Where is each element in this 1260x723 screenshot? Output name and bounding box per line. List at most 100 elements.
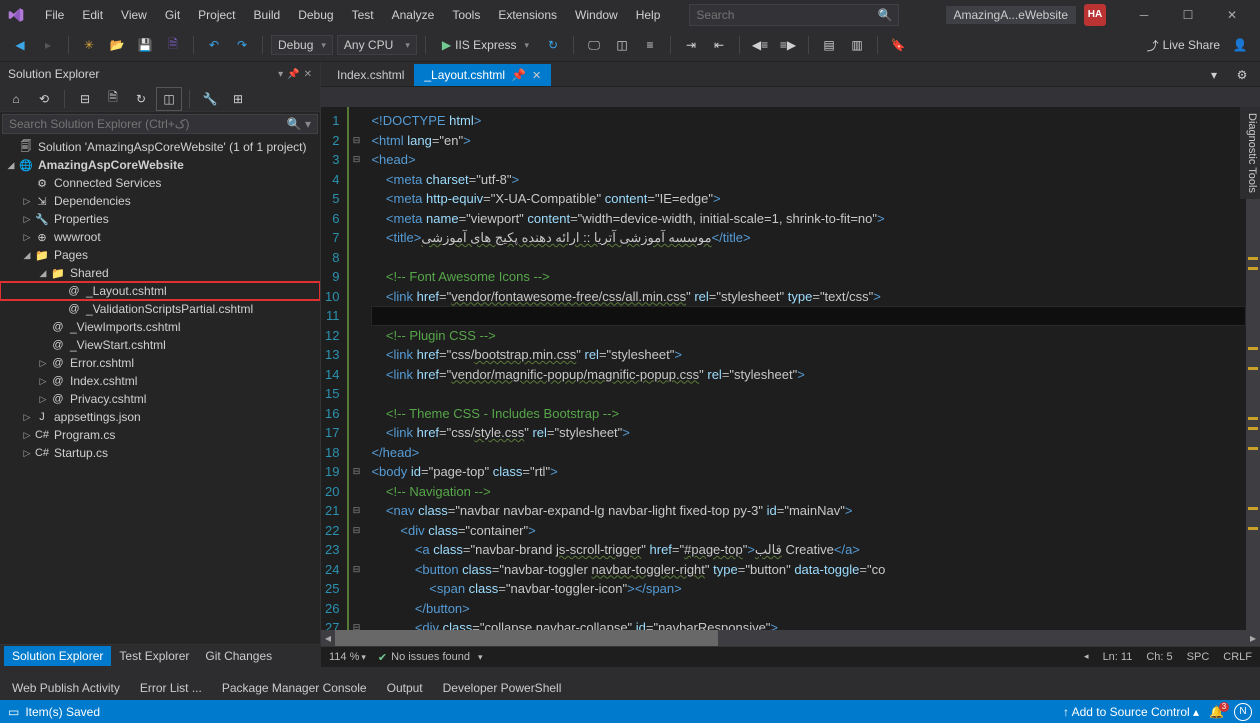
run-button[interactable]: ▶IIS Express▾ <box>434 38 537 52</box>
live-share-button[interactable]: ⤴ Live Share <box>1147 37 1220 54</box>
pin-icon[interactable]: 📌 <box>287 69 299 80</box>
menu-tools[interactable]: Tools <box>443 4 489 26</box>
preview-icon[interactable]: ◫ <box>157 88 181 110</box>
code-line[interactable]: <head> <box>371 150 1246 170</box>
code-content[interactable]: <!DOCTYPE html><html lang="en"><head> <m… <box>363 107 1246 630</box>
bottom-tab[interactable]: Solution Explorer <box>4 646 111 666</box>
sync-icon[interactable]: ⟲ <box>32 88 56 110</box>
code-line[interactable]: <button class="navbar-toggler navbar-tog… <box>371 560 1246 580</box>
menu-view[interactable]: View <box>112 4 156 26</box>
code-line[interactable]: <nav class="navbar navbar-expand-lg navb… <box>371 501 1246 521</box>
menu-project[interactable]: Project <box>189 4 244 26</box>
code-line[interactable]: <meta name="viewport" content="width=dev… <box>371 209 1246 229</box>
menu-file[interactable]: File <box>36 4 73 26</box>
output-tab[interactable]: Output <box>379 679 431 697</box>
tab-dropdown-icon[interactable]: ▾ <box>1202 64 1226 86</box>
code-line[interactable]: </head> <box>371 443 1246 463</box>
menu-help[interactable]: Help <box>627 4 670 26</box>
code-line[interactable]: <span class="navbar-toggler-icon"></span… <box>371 579 1246 599</box>
spaces-indicator[interactable]: SPC <box>1187 651 1210 663</box>
navigate-back-icon[interactable]: ◀ <box>8 34 32 56</box>
tree-item[interactable]: ◢📁Shared <box>0 264 320 282</box>
code-line[interactable]: <!DOCTYPE html> <box>371 111 1246 131</box>
maximize-icon[interactable]: ☐ <box>1166 0 1210 29</box>
output-tab[interactable]: Error List ... <box>132 679 210 697</box>
minimize-icon[interactable]: ─ <box>1122 0 1166 29</box>
tree-item[interactable]: @_ViewStart.cshtml <box>0 336 320 354</box>
save-all-icon[interactable]: 🗎 <box>161 34 185 56</box>
code-line[interactable]: <div class="container"> <box>371 521 1246 541</box>
menu-edit[interactable]: Edit <box>73 4 112 26</box>
output-tab[interactable]: Web Publish Activity <box>4 679 128 697</box>
code-line[interactable]: <div class="collapse navbar-collapse" id… <box>371 618 1246 630</box>
uncomment-icon[interactable]: ▥ <box>845 34 869 56</box>
output-tab[interactable]: Package Manager Console <box>214 679 375 697</box>
panel-dropdown-icon[interactable]: ▾ <box>278 69 283 80</box>
indent-icon[interactable]: ≡▶ <box>776 34 800 56</box>
code-line[interactable]: <meta charset="utf-8"> <box>371 170 1246 190</box>
properties-icon[interactable]: 🔧 <box>198 88 222 110</box>
menu-analyze[interactable]: Analyze <box>383 4 444 26</box>
refresh-icon[interactable]: ↻ <box>541 34 565 56</box>
browser-icon[interactable]: 🖵 <box>582 34 606 56</box>
search-input[interactable] <box>696 8 877 22</box>
code-line[interactable]: </button> <box>371 599 1246 619</box>
code-line[interactable]: <a class="navbar-brand js-scroll-trigger… <box>371 540 1246 560</box>
settings-icon[interactable]: ⚙ <box>1230 64 1254 86</box>
panel-search[interactable]: 🔍 ▾ <box>2 114 318 134</box>
code-line[interactable]: <html lang="en"> <box>371 131 1246 151</box>
code-line[interactable]: <!-- Plugin CSS --> <box>371 326 1246 346</box>
home-icon[interactable]: ⌂ <box>4 88 28 110</box>
bookmark-icon[interactable]: 🔖 <box>886 34 910 56</box>
outdent-icon[interactable]: ◀≡ <box>748 34 772 56</box>
source-control-button[interactable]: ↑ Add to Source Control ▴ <box>1063 705 1199 719</box>
tree-item[interactable]: ▷C#Program.cs <box>0 426 320 444</box>
tool-icon-2[interactable]: ≡ <box>638 34 662 56</box>
notifications-icon[interactable]: 🔔3 <box>1209 705 1224 719</box>
bottom-tab[interactable]: Git Changes <box>197 646 280 666</box>
menu-window[interactable]: Window <box>566 4 627 26</box>
panel-close-icon[interactable]: ✕ <box>304 69 312 80</box>
redo-icon[interactable]: ↷ <box>230 34 254 56</box>
tree-item[interactable]: @_ValidationScriptsPartial.cshtml <box>0 300 320 318</box>
tool-icon-1[interactable]: ◫ <box>610 34 634 56</box>
file-tab[interactable]: Index.cshtml <box>327 64 414 86</box>
code-line[interactable]: <link href="css/style.css" rel="styleshe… <box>371 423 1246 443</box>
feedback-icon[interactable]: 👤 <box>1228 34 1252 56</box>
refresh-tree-icon[interactable]: ↻ <box>129 88 153 110</box>
step-icon-2[interactable]: ⇤ <box>707 34 731 56</box>
bottom-tab[interactable]: Test Explorer <box>111 646 197 666</box>
tree-item[interactable]: ▷⇲Dependencies <box>0 192 320 210</box>
zoom-level[interactable]: 114 % <box>329 651 359 663</box>
comment-icon[interactable]: ▤ <box>817 34 841 56</box>
menu-debug[interactable]: Debug <box>289 4 342 26</box>
menu-extensions[interactable]: Extensions <box>489 4 566 26</box>
config-combo[interactable]: Debug▾ <box>271 35 333 55</box>
code-line[interactable]: <link href="css/bootstrap.min.css" rel="… <box>371 345 1246 365</box>
search-box[interactable]: 🔍 <box>689 4 899 26</box>
output-tab[interactable]: Developer PowerShell <box>435 679 570 697</box>
tree-item[interactable]: ▷@Error.cshtml <box>0 354 320 372</box>
tree-item[interactable]: @_ViewImports.cshtml <box>0 318 320 336</box>
tree-item[interactable]: ◢📁Pages <box>0 246 320 264</box>
code-line[interactable]: <body id="page-top" class="rtl"> <box>371 462 1246 482</box>
menu-test[interactable]: Test <box>343 4 383 26</box>
horizontal-scrollbar[interactable]: ◂ ▸ <box>321 630 1260 646</box>
tree-item[interactable]: ▷@Privacy.cshtml <box>0 390 320 408</box>
tree-item[interactable]: ◢🌐AmazingAspCoreWebsite <box>0 156 320 174</box>
collapse-icon[interactable]: ⊟ <box>73 88 97 110</box>
view-icon[interactable]: ⊞ <box>226 88 250 110</box>
navigate-fwd-icon[interactable]: ▸ <box>36 34 60 56</box>
code-line[interactable]: <!-- Navigation --> <box>371 482 1246 502</box>
line-ending[interactable]: CRLF <box>1223 651 1252 663</box>
code-line[interactable]: <link href="vendor/magnific-popup/magnif… <box>371 365 1246 385</box>
tree-item[interactable]: @_Layout.cshtml <box>0 282 320 300</box>
tree-item[interactable]: ▷🔧Properties <box>0 210 320 228</box>
show-all-icon[interactable]: 🗎 <box>101 88 125 110</box>
step-icon[interactable]: ⇥ <box>679 34 703 56</box>
code-line[interactable]: <!-- Font Awesome Icons --> <box>371 267 1246 287</box>
code-line[interactable]: <link href="vendor/fontawesome-free/css/… <box>371 287 1246 307</box>
save-icon[interactable]: 💾 <box>133 34 157 56</box>
tree-item[interactable]: ▷⊕wwwroot <box>0 228 320 246</box>
open-icon[interactable]: 📂 <box>105 34 129 56</box>
